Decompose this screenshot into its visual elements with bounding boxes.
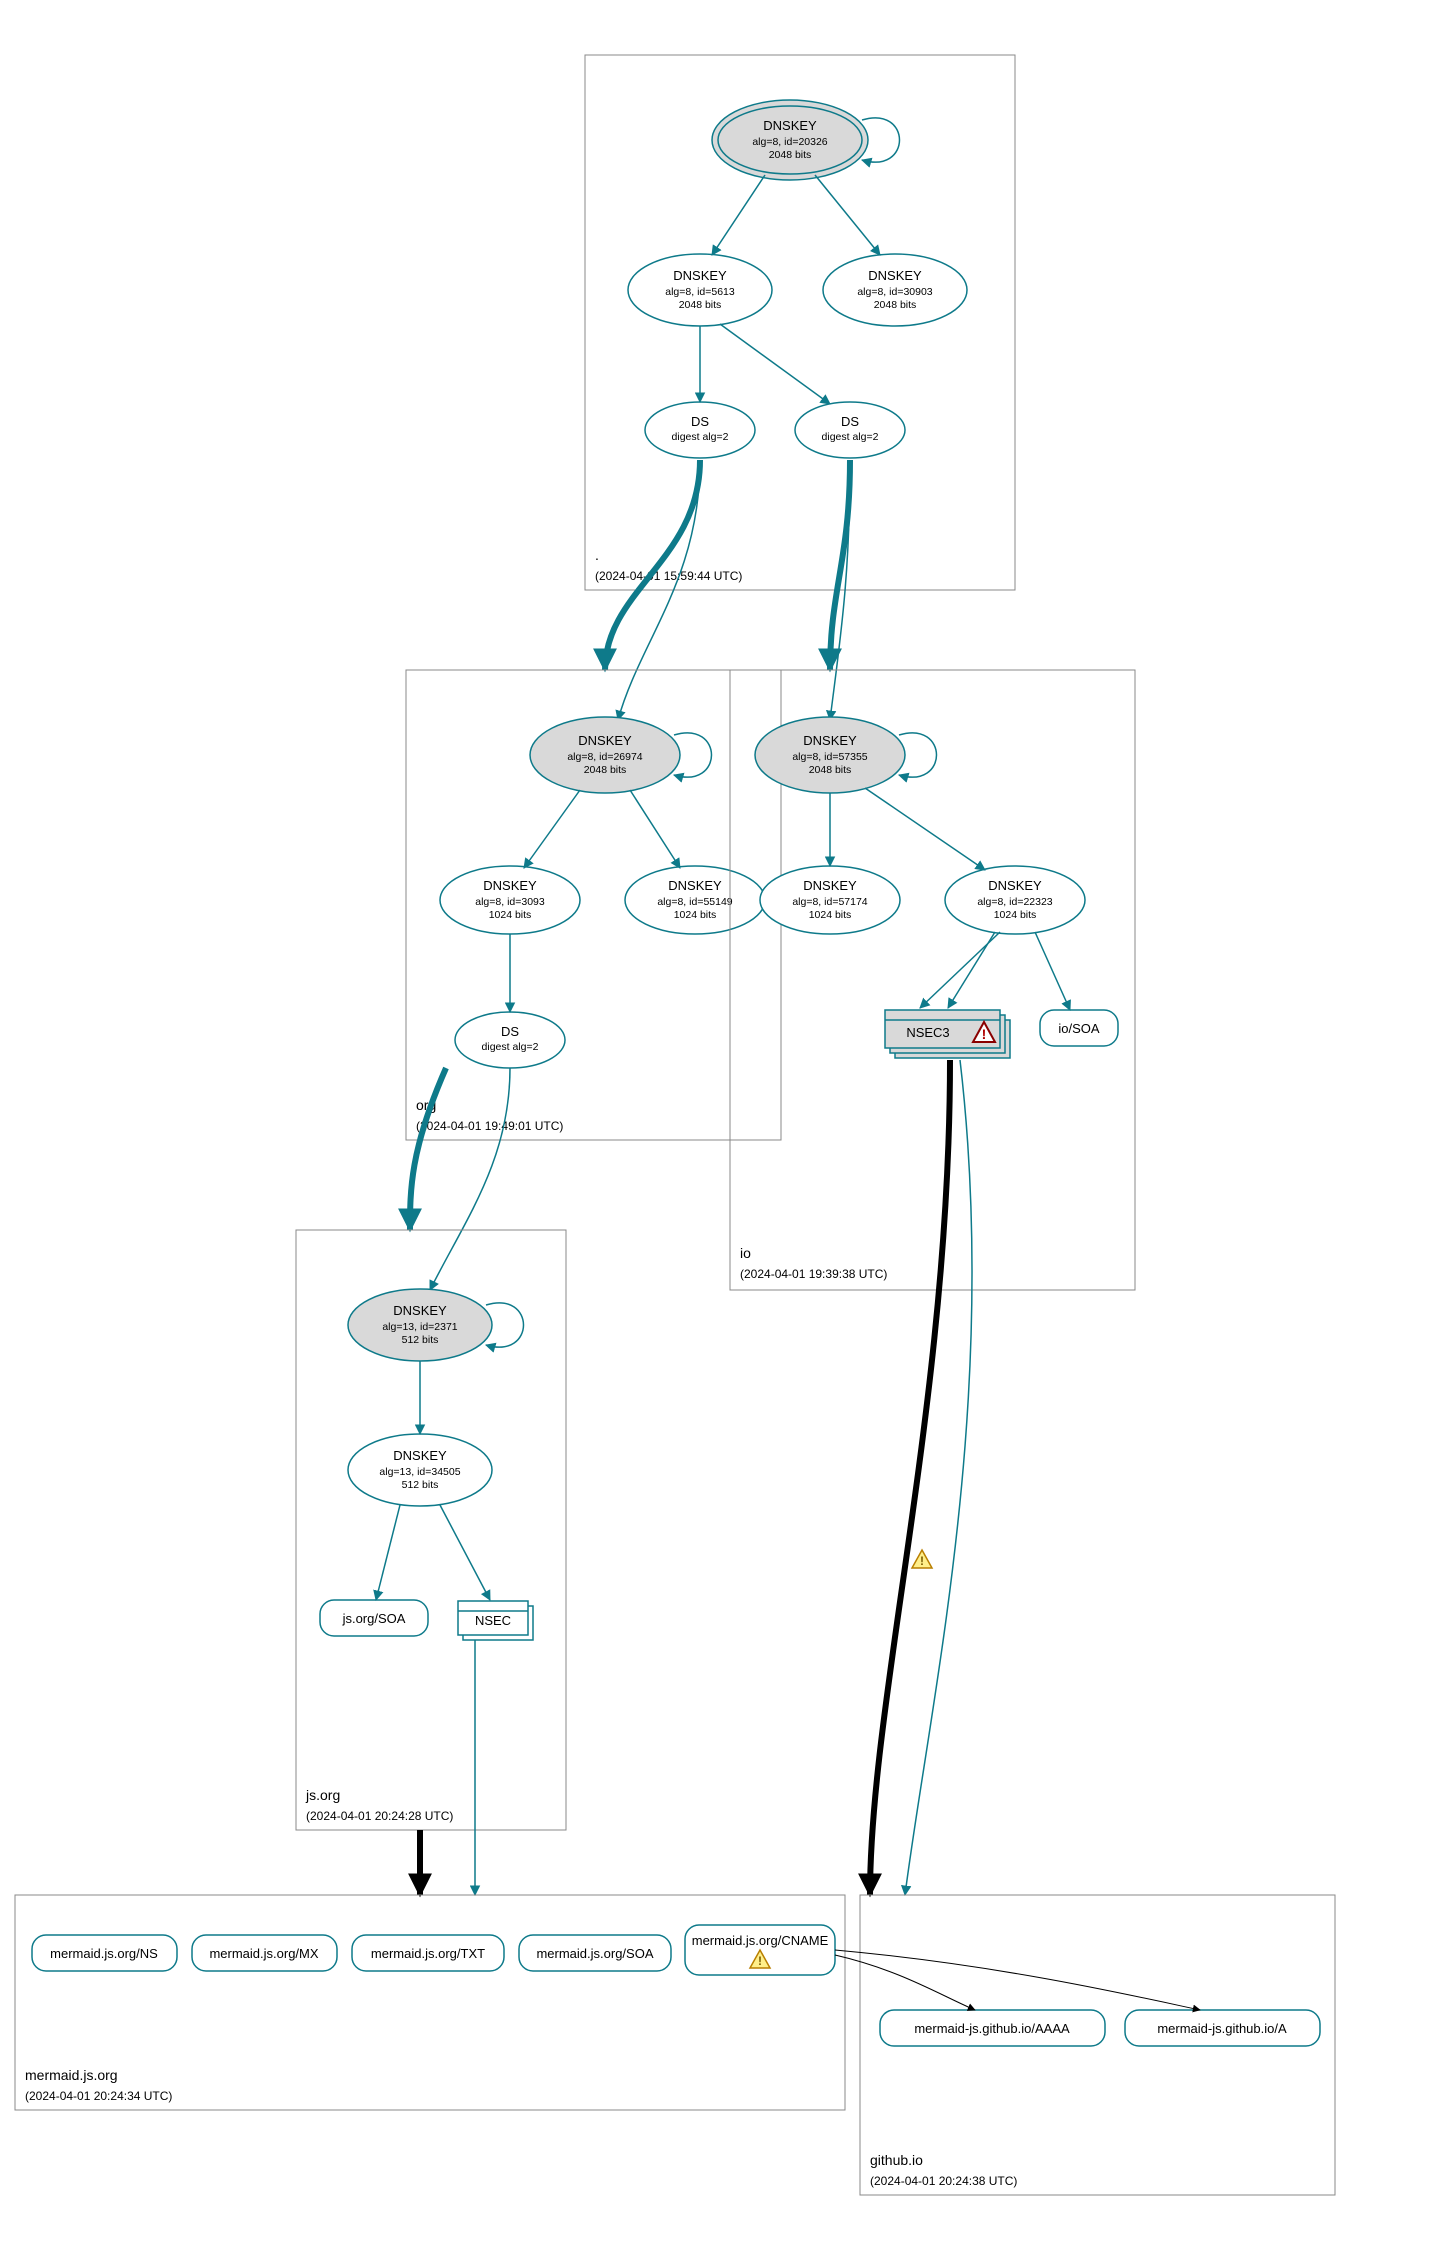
svg-text:digest alg=2: digest alg=2 [822,431,879,443]
svg-text:digest alg=2: digest alg=2 [482,1041,539,1053]
svg-text:DNSKEY: DNSKEY [763,118,817,133]
svg-text:512 bits: 512 bits [402,1334,439,1346]
svg-text:2048 bits: 2048 bits [769,149,812,161]
io-ksk: DNSKEY alg=8, id=57355 2048 bits [755,717,905,793]
svg-text:alg=8, id=57355: alg=8, id=57355 [792,751,867,763]
svg-text:DNSKEY: DNSKEY [578,733,632,748]
svg-text:!: ! [758,1954,762,1968]
svg-text:NSEC3: NSEC3 [906,1025,949,1040]
root-ksk: DNSKEY alg=8, id=20326 2048 bits [712,100,868,180]
io-soa: io/SOA [1040,1010,1118,1046]
svg-text:alg=8, id=5613: alg=8, id=5613 [665,286,735,298]
svg-text:alg=8, id=20326: alg=8, id=20326 [752,136,827,148]
svg-text:DNSKEY: DNSKEY [668,878,722,893]
github-aaaa: mermaid-js.github.io/AAAA [880,2010,1105,2046]
svg-text:alg=13, id=2371: alg=13, id=2371 [382,1321,457,1333]
svg-text:io/SOA: io/SOA [1058,1021,1100,1036]
svg-text:digest alg=2: digest alg=2 [672,431,729,443]
svg-text:alg=8, id=3093: alg=8, id=3093 [475,896,545,908]
svg-text:DNSKEY: DNSKEY [483,878,537,893]
root-ds2: DS digest alg=2 [795,402,905,458]
svg-text:2048 bits: 2048 bits [584,764,627,776]
svg-text:!: ! [982,1026,987,1042]
zone-root-label: . [595,547,599,563]
root-zsk2: DNSKEY alg=8, id=30903 2048 bits [823,254,967,326]
svg-text:alg=8, id=22323: alg=8, id=22323 [977,896,1052,908]
mermaid-txt: mermaid.js.org/TXT [352,1935,504,1971]
zone-jsorg: js.org (2024-04-01 20:24:28 UTC) DNSKEY … [296,1230,566,1830]
zone-mermaid-label: mermaid.js.org [25,2067,118,2083]
zone-io-label: io [740,1245,751,1261]
svg-text:DS: DS [841,414,859,429]
root-zsk1: DNSKEY alg=8, id=5613 2048 bits [628,254,772,326]
org-ds: DS digest alg=2 [455,1012,565,1068]
zone-mermaid: mermaid.js.org (2024-04-01 20:24:34 UTC)… [15,1895,845,2110]
io-zsk1: DNSKEY alg=8, id=57174 1024 bits [760,866,900,934]
svg-text:mermaid.js.org/CNAME: mermaid.js.org/CNAME [692,1933,829,1948]
org-zsk1: DNSKEY alg=8, id=3093 1024 bits [440,866,580,934]
svg-text:mermaid-js.github.io/AAAA: mermaid-js.github.io/AAAA [914,2021,1070,2036]
svg-text:DNSKEY: DNSKEY [988,878,1042,893]
svg-text:alg=8, id=57174: alg=8, id=57174 [792,896,867,908]
mermaid-mx: mermaid.js.org/MX [192,1935,337,1971]
svg-text:alg=13, id=34505: alg=13, id=34505 [379,1466,460,1478]
svg-text:DS: DS [691,414,709,429]
zone-github-ts: (2024-04-01 20:24:38 UTC) [870,2174,1017,2188]
zone-jsorg-label: js.org [305,1787,340,1803]
svg-text:DNSKEY: DNSKEY [868,268,922,283]
svg-text:!: ! [920,1554,924,1568]
root-ds1: DS digest alg=2 [645,402,755,458]
zone-io-ts: (2024-04-01 19:39:38 UTC) [740,1267,887,1281]
svg-text:1024 bits: 1024 bits [674,909,717,921]
zone-jsorg-ts: (2024-04-01 20:24:28 UTC) [306,1809,453,1823]
svg-text:1024 bits: 1024 bits [809,909,852,921]
warning-icon: ! [912,1550,932,1568]
jsorg-zsk: DNSKEY alg=13, id=34505 512 bits [348,1434,492,1506]
io-zsk2: DNSKEY alg=8, id=22323 1024 bits [945,866,1085,934]
svg-text:alg=8, id=30903: alg=8, id=30903 [857,286,932,298]
github-a: mermaid-js.github.io/A [1125,2010,1320,2046]
svg-text:1024 bits: 1024 bits [994,909,1037,921]
io-nsec3: NSEC3 ! [885,1010,1010,1058]
svg-text:mermaid.js.org/MX: mermaid.js.org/MX [209,1946,318,1961]
zone-root-ts: (2024-04-01 15:59:44 UTC) [595,569,742,583]
zone-io: io (2024-04-01 19:39:38 UTC) DNSKEY alg=… [730,670,1135,1290]
zone-root: . (2024-04-01 15:59:44 UTC) DNSKEY alg=8… [585,55,1015,590]
jsorg-soa: js.org/SOA [320,1600,428,1636]
svg-text:DNSKEY: DNSKEY [673,268,727,283]
zone-org-ts: (2024-04-01 19:49:01 UTC) [416,1119,563,1133]
svg-text:mermaid.js.org/TXT: mermaid.js.org/TXT [371,1946,485,1961]
svg-text:DNSKEY: DNSKEY [393,1303,447,1318]
zone-mermaid-ts: (2024-04-01 20:24:34 UTC) [25,2089,172,2103]
dnssec-diagram: . (2024-04-01 15:59:44 UTC) DNSKEY alg=8… [0,0,1437,2255]
zone-org: org (2024-04-01 19:49:01 UTC) DNSKEY alg… [406,670,781,1140]
svg-text:2048 bits: 2048 bits [874,299,917,311]
svg-text:js.org/SOA: js.org/SOA [342,1611,406,1626]
svg-text:1024 bits: 1024 bits [489,909,532,921]
svg-text:alg=8, id=55149: alg=8, id=55149 [657,896,732,908]
svg-text:DNSKEY: DNSKEY [393,1448,447,1463]
mermaid-ns: mermaid.js.org/NS [32,1935,177,1971]
svg-text:DNSKEY: DNSKEY [803,733,857,748]
jsorg-nsec: NSEC [458,1601,533,1640]
svg-text:2048 bits: 2048 bits [679,299,722,311]
svg-text:mermaid.js.org/NS: mermaid.js.org/NS [50,1946,158,1961]
svg-text:alg=8, id=26974: alg=8, id=26974 [567,751,642,763]
jsorg-ksk: DNSKEY alg=13, id=2371 512 bits [348,1289,492,1361]
org-zsk2: DNSKEY alg=8, id=55149 1024 bits [625,866,765,934]
org-ksk: DNSKEY alg=8, id=26974 2048 bits [530,717,680,793]
svg-text:NSEC: NSEC [475,1613,511,1628]
svg-text:DNSKEY: DNSKEY [803,878,857,893]
svg-text:mermaid.js.org/SOA: mermaid.js.org/SOA [536,1946,653,1961]
zone-github-label: github.io [870,2152,923,2168]
svg-text:mermaid-js.github.io/A: mermaid-js.github.io/A [1157,2021,1287,2036]
svg-text:2048 bits: 2048 bits [809,764,852,776]
mermaid-soa: mermaid.js.org/SOA [519,1935,671,1971]
mermaid-cname: mermaid.js.org/CNAME ! [685,1925,835,1975]
svg-text:DS: DS [501,1024,519,1039]
zone-github: github.io (2024-04-01 20:24:38 UTC) merm… [860,1895,1335,2195]
svg-text:512 bits: 512 bits [402,1479,439,1491]
